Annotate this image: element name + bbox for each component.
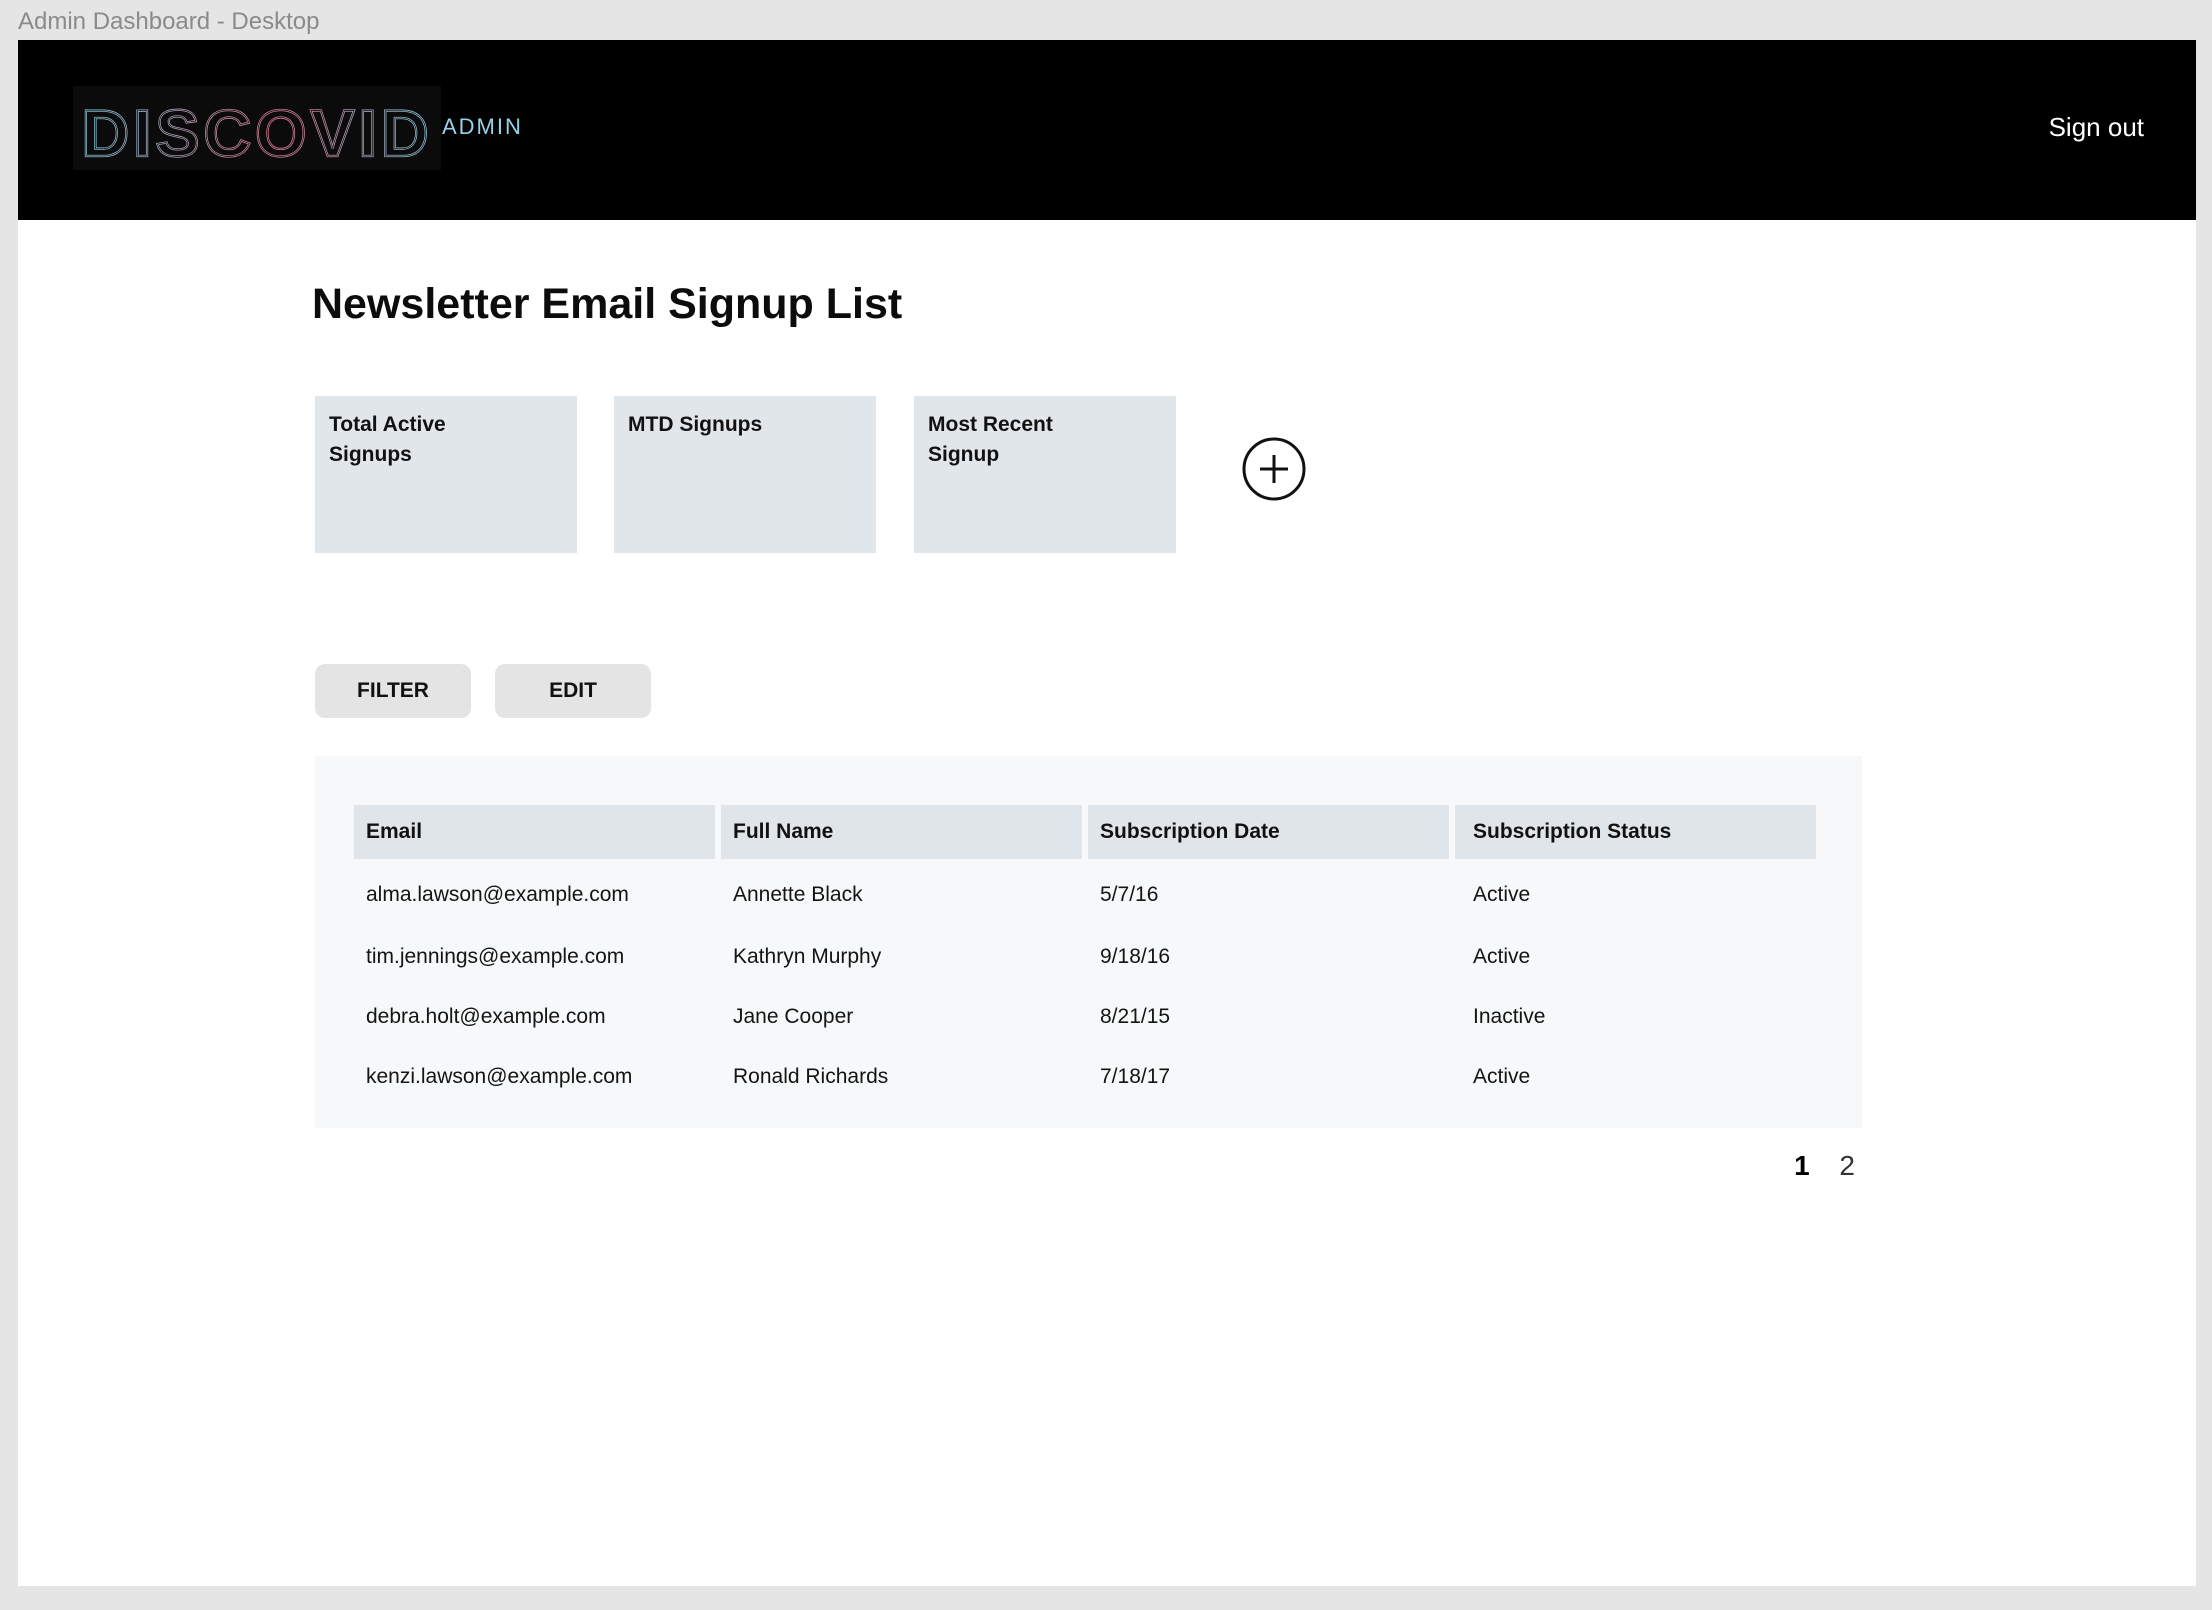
add-stat-card-button[interactable] bbox=[1242, 437, 1306, 501]
cell-email: kenzi.lawson@example.com bbox=[366, 1065, 633, 1088]
cell-email: alma.lawson@example.com bbox=[366, 883, 629, 906]
admin-dashboard-frame: DISCOVID DISCOVID ADMIN Sign out Newslet… bbox=[18, 40, 2196, 1586]
signup-table: Email Full Name Subscription Date Subscr… bbox=[348, 805, 1822, 1107]
filter-button[interactable]: FILTER bbox=[315, 664, 471, 718]
cell-subscription-date: 7/18/17 bbox=[1100, 1065, 1171, 1088]
admin-label: ADMIN bbox=[442, 114, 523, 139]
top-navigation-bar: DISCOVID DISCOVID ADMIN Sign out bbox=[18, 40, 2196, 220]
table-header-row: Email Full Name Subscription Date Subscr… bbox=[354, 805, 1816, 859]
cell-subscription-date: 5/7/16 bbox=[1100, 883, 1159, 906]
cell-subscription-status: Active bbox=[1473, 945, 1531, 968]
column-header-subscription-date[interactable]: Subscription Date bbox=[1088, 805, 1449, 859]
cell-full-name: Jane Cooper bbox=[733, 1005, 854, 1028]
window-title: Admin Dashboard - Desktop bbox=[18, 8, 320, 35]
stat-card-label: MTD Signups bbox=[628, 413, 763, 436]
cell-full-name: Annette Black bbox=[733, 883, 863, 906]
stat-card-total-active-signups: Total Active Signups bbox=[315, 396, 577, 553]
table-row[interactable]: debra.holt@example.com Jane Cooper 8/21/… bbox=[354, 987, 1816, 1047]
cell-subscription-status: Active bbox=[1473, 883, 1531, 906]
cell-full-name: Ronald Richards bbox=[733, 1065, 889, 1088]
page-title: Newsletter Email Signup List bbox=[312, 280, 903, 328]
stat-card-mtd-signups: MTD Signups bbox=[614, 396, 876, 553]
pagination: 1 2 bbox=[1772, 1150, 1855, 1182]
table-row[interactable]: kenzi.lawson@example.com Ronald Richards… bbox=[354, 1047, 1816, 1107]
discovid-logo[interactable]: DISCOVID DISCOVID bbox=[73, 86, 441, 170]
column-header-full-name[interactable]: Full Name bbox=[721, 805, 1082, 859]
cell-subscription-status: Inactive bbox=[1473, 1005, 1546, 1028]
column-header-subscription-status[interactable]: Subscription Status bbox=[1455, 805, 1816, 859]
sign-out-link[interactable]: Sign out bbox=[2049, 112, 2144, 143]
signup-table-panel: Email Full Name Subscription Date Subscr… bbox=[315, 756, 1862, 1128]
cell-subscription-date: 8/21/15 bbox=[1100, 1005, 1171, 1028]
edit-button[interactable]: EDIT bbox=[495, 664, 651, 718]
table-row[interactable]: alma.lawson@example.com Annette Black 5/… bbox=[354, 859, 1816, 927]
page-link-1[interactable]: 1 bbox=[1794, 1150, 1810, 1181]
logo-text-inline: DISCOVID bbox=[81, 96, 432, 170]
cell-subscription-date: 9/18/16 bbox=[1100, 945, 1171, 968]
column-header-email[interactable]: Email bbox=[354, 805, 715, 859]
cell-full-name: Kathryn Murphy bbox=[733, 945, 882, 968]
cell-subscription-status: Active bbox=[1473, 1065, 1531, 1088]
stat-card-label: Total Active Signups bbox=[329, 413, 446, 466]
stat-card-label: Most Recent Signup bbox=[928, 413, 1053, 466]
page-link-2[interactable]: 2 bbox=[1839, 1150, 1855, 1181]
cell-email: tim.jennings@example.com bbox=[366, 945, 625, 968]
plus-circle-icon bbox=[1242, 437, 1306, 501]
stat-card-most-recent-signup: Most Recent Signup bbox=[914, 396, 1176, 553]
table-row[interactable]: tim.jennings@example.com Kathryn Murphy … bbox=[354, 927, 1816, 987]
cell-email: debra.holt@example.com bbox=[366, 1005, 606, 1028]
